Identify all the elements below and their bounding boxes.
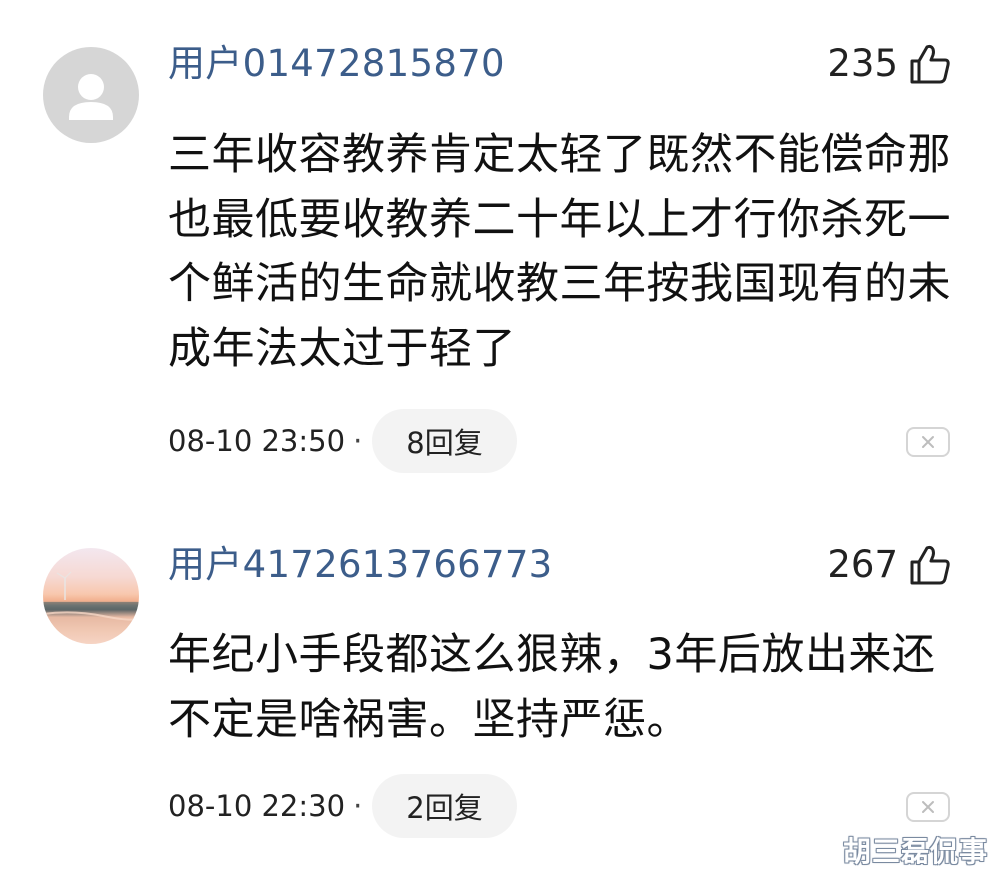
comment-text: 年纪小手段都这么狠辣，3年后放出来还不定是啥祸害。坚持严惩。 [168, 630, 936, 745]
username[interactable]: 用户4172613766773 [168, 543, 553, 587]
like-group[interactable]: 267 [827, 543, 952, 587]
comment-meta: 08-10 22:30 · 2回复 [168, 774, 517, 838]
sunset-landscape-image [43, 571, 139, 621]
close-icon [922, 801, 934, 813]
watermark: 胡三磊侃事 [842, 835, 988, 868]
like-count: 267 [827, 543, 898, 586]
comment-item: 用户4172613766773 267 年纪小手段都这么狠辣，3年后放出来还不定… [0, 0, 1000, 884]
reply-button[interactable]: 2回复 [372, 774, 517, 838]
avatar[interactable] [43, 548, 139, 644]
timestamp: 08-10 22:30 [168, 789, 346, 823]
thumbs-up-icon[interactable] [908, 543, 952, 587]
separator: · [353, 789, 363, 823]
dismiss-button[interactable] [906, 792, 950, 822]
